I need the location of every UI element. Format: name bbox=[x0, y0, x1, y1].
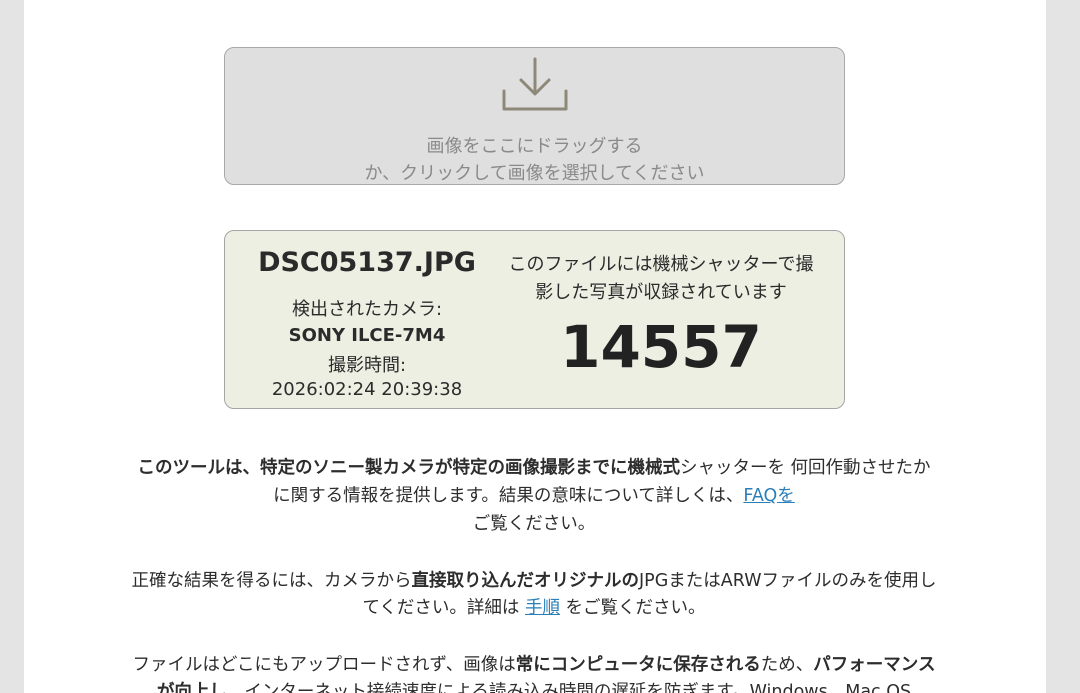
description-text: てください。詳細は bbox=[362, 598, 525, 618]
shutter-count: 14557 bbox=[560, 313, 762, 381]
description-p3-line1: ファイルはどこにもアップロードされず、画像は常にコンピュータに保存されるため、パ… bbox=[84, 651, 984, 676]
file-info: DSC05137.JPG 検出されたカメラ: SONY ILCE-7M4 撮影時… bbox=[225, 231, 509, 408]
page-content: 画像をここにドラッグする か、クリックして画像を選択してください DSC0513… bbox=[24, 0, 1046, 693]
mechanical-shutter-note-line1: このファイルには機械シャッターで撮 bbox=[508, 254, 814, 275]
description-p1-line2: に関する情報を提供します。結果の意味について詳しくは、FAQを bbox=[84, 482, 984, 507]
description-bold: が向上し bbox=[156, 682, 227, 693]
description-bold: このツールは、特定のソニー製カメラが特定の画像撮影までに機械式 bbox=[137, 458, 680, 478]
description-text: シャッターを 何回作動させたか bbox=[679, 458, 931, 478]
description-text: JPGまたはARWファイルのみを使用し bbox=[639, 571, 937, 591]
result-card: DSC05137.JPG 検出されたカメラ: SONY ILCE-7M4 撮影時… bbox=[224, 230, 845, 409]
description-p3-line2: が向上し、インターネット接続速度による読み込み時間の遅延を防ぎます。Window… bbox=[84, 678, 984, 693]
dropzone-instruction-line1: 画像をここにドラッグする bbox=[426, 136, 643, 157]
description-bold: 直接取り込んだオリジナルの bbox=[411, 571, 640, 591]
description-text: ファイルはどこにもアップロードされず、画像は bbox=[132, 655, 516, 675]
instructions-link[interactable]: 手順 bbox=[525, 598, 560, 618]
dropzone-instruction-line2: か、クリックして画像を選択してください bbox=[364, 163, 705, 184]
description-bold: 常にコンピュータに保存される bbox=[515, 655, 761, 675]
camera-model: SONY ILCE-7M4 bbox=[288, 325, 446, 346]
description-p2-line2: てください。詳細は 手順 をご覧ください。 bbox=[84, 594, 984, 619]
description-text: に関する情報を提供します。結果の意味について詳しくは、 bbox=[273, 486, 744, 506]
description-text: ため、 bbox=[760, 655, 814, 675]
description-p2-line1: 正確な結果を得るには、カメラから直接取り込んだオリジナルのJPGまたはARWファ… bbox=[84, 567, 984, 592]
download-tray-icon bbox=[502, 57, 568, 111]
shoot-time-label: 撮影時間: bbox=[327, 355, 407, 376]
description-text: 、インターネット接続速度による読み込み時間の遅延を防ぎます。Windows、Ma… bbox=[226, 682, 912, 693]
shutter-info: このファイルには機械シャッターで撮 影した写真が収録されています 14557 bbox=[491, 231, 831, 408]
camera-label: 検出されたカメラ: bbox=[291, 299, 443, 320]
description-text: 正確な結果を得るには、カメラから bbox=[131, 571, 412, 591]
shoot-time: 2026:02:24 20:39:38 bbox=[271, 379, 463, 400]
faq-link[interactable]: FAQを bbox=[743, 486, 794, 506]
description-text: をご覧ください。 bbox=[559, 598, 706, 618]
description-bold: パフォーマンス bbox=[813, 655, 936, 675]
mechanical-shutter-note-line2: 影した写真が収録されています bbox=[535, 282, 787, 303]
description-text: ご覧ください。 bbox=[472, 514, 596, 534]
description-p1-line3: ご覧ください。 bbox=[84, 510, 984, 535]
image-dropzone[interactable]: 画像をここにドラッグする か、クリックして画像を選択してください bbox=[224, 47, 845, 185]
file-name: DSC05137.JPG bbox=[258, 247, 476, 278]
description-p1-line1: このツールは、特定のソニー製カメラが特定の画像撮影までに機械式シャッターを 何回… bbox=[84, 454, 984, 479]
